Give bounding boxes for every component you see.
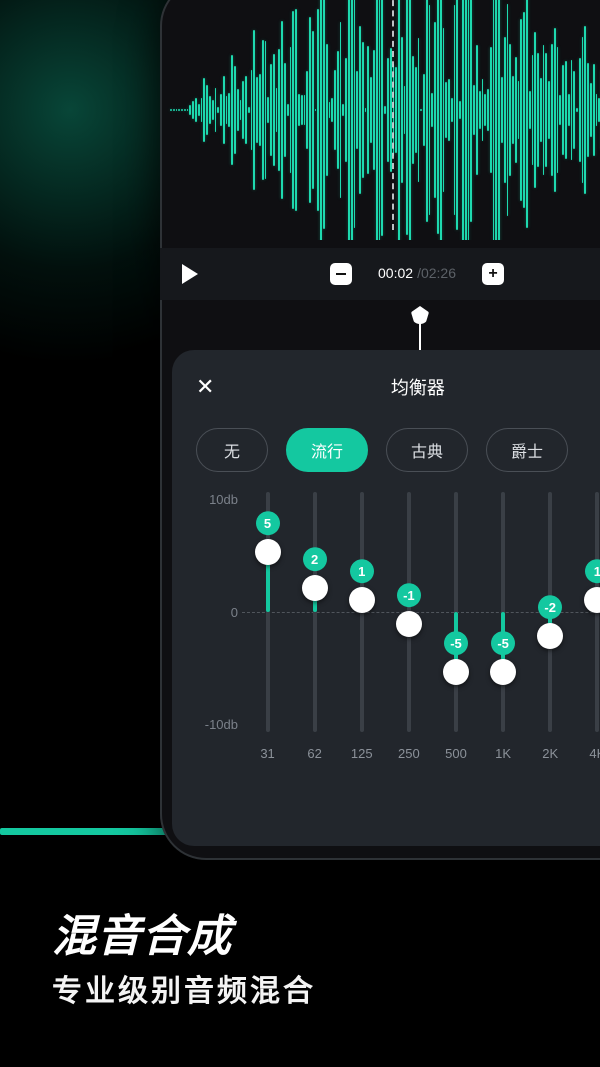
band-250: -1 250: [385, 492, 432, 782]
slider-value-bubble: 2: [303, 547, 327, 571]
slider-thumb[interactable]: [396, 611, 422, 637]
slider-thumb[interactable]: [349, 587, 375, 613]
marketing-subline: 专业级别音频混合: [52, 966, 316, 1010]
slider-value-bubble: -5: [444, 631, 468, 655]
axis-min: -10db: [196, 717, 238, 732]
slider-value-bubble: -2: [538, 595, 562, 619]
preset-1[interactable]: 流行: [286, 428, 368, 472]
band-slider[interactable]: -5: [454, 492, 458, 732]
band-4K: 1 4K: [574, 492, 600, 782]
panel-title: 均衡器: [391, 374, 445, 400]
equalizer-panel: ✕ 均衡器 无流行古典爵士 10db 0 -10db 5312621125-12…: [172, 350, 600, 846]
waveform-display[interactable]: [160, 0, 600, 240]
slider-thumb[interactable]: [490, 659, 516, 685]
band-slider[interactable]: -2: [548, 492, 552, 732]
band-freq-label: 1K: [495, 746, 511, 761]
time-display: 00:02/02:26: [378, 265, 456, 283]
band-125: 1 125: [338, 492, 385, 782]
slider-value-bubble: -1: [397, 583, 421, 607]
band-slider[interactable]: 1: [360, 492, 364, 732]
band-freq-label: 4K: [589, 746, 600, 761]
slider-thumb[interactable]: [255, 539, 281, 565]
zoom-out-button[interactable]: [330, 263, 352, 285]
play-button[interactable]: [182, 264, 198, 284]
time-current: 00:02: [378, 265, 413, 281]
band-slider[interactable]: -1: [407, 492, 411, 732]
band-freq-label: 31: [260, 746, 274, 761]
band-slider[interactable]: -5: [501, 492, 505, 732]
eq-slider-grid: 10db 0 -10db 5312621125-1250-5500-51K-22…: [196, 492, 600, 782]
axis-mid: 0: [196, 605, 238, 620]
slider-thumb[interactable]: [537, 623, 563, 649]
band-freq-label: 62: [307, 746, 321, 761]
band-2K: -2 2K: [527, 492, 574, 782]
slider-thumb[interactable]: [584, 587, 600, 613]
time-total: /02:26: [417, 265, 456, 281]
slider-thumb[interactable]: [443, 659, 469, 685]
band-62: 2 62: [291, 492, 338, 782]
band-1K: -5 1K: [480, 492, 527, 782]
axis-max: 10db: [196, 492, 238, 507]
band-freq-label: 500: [445, 746, 467, 761]
band-freq-label: 250: [398, 746, 420, 761]
preset-list: 无流行古典爵士: [196, 428, 600, 472]
zoom-in-button[interactable]: +: [482, 263, 504, 285]
band-freq-label: 2K: [542, 746, 558, 761]
band-slider[interactable]: 1: [595, 492, 599, 732]
waveform-playhead[interactable]: [392, 0, 394, 230]
marketing-headline: 混音合成: [52, 900, 232, 964]
preset-3[interactable]: 爵士: [486, 428, 568, 472]
band-31: 5 31: [244, 492, 291, 782]
slider-thumb[interactable]: [302, 575, 328, 601]
band-freq-label: 125: [351, 746, 373, 761]
preset-0[interactable]: 无: [196, 428, 268, 472]
device-frame: 00:02/02:26 + ✕ 均衡器 无流行古典爵士 10db 0 -10db…: [160, 0, 600, 860]
band-slider[interactable]: 2: [313, 492, 317, 732]
slider-value-bubble: 5: [256, 511, 280, 535]
slider-value-bubble: 1: [350, 559, 374, 583]
band-500: -5 500: [432, 492, 479, 782]
y-axis-labels: 10db 0 -10db: [196, 492, 244, 732]
slider-value-bubble: 1: [585, 559, 600, 583]
transport-bar: 00:02/02:26 +: [160, 248, 600, 300]
preset-2[interactable]: 古典: [386, 428, 468, 472]
band-slider[interactable]: 5: [266, 492, 270, 732]
close-icon[interactable]: ✕: [196, 376, 214, 398]
slider-value-bubble: -5: [491, 631, 515, 655]
